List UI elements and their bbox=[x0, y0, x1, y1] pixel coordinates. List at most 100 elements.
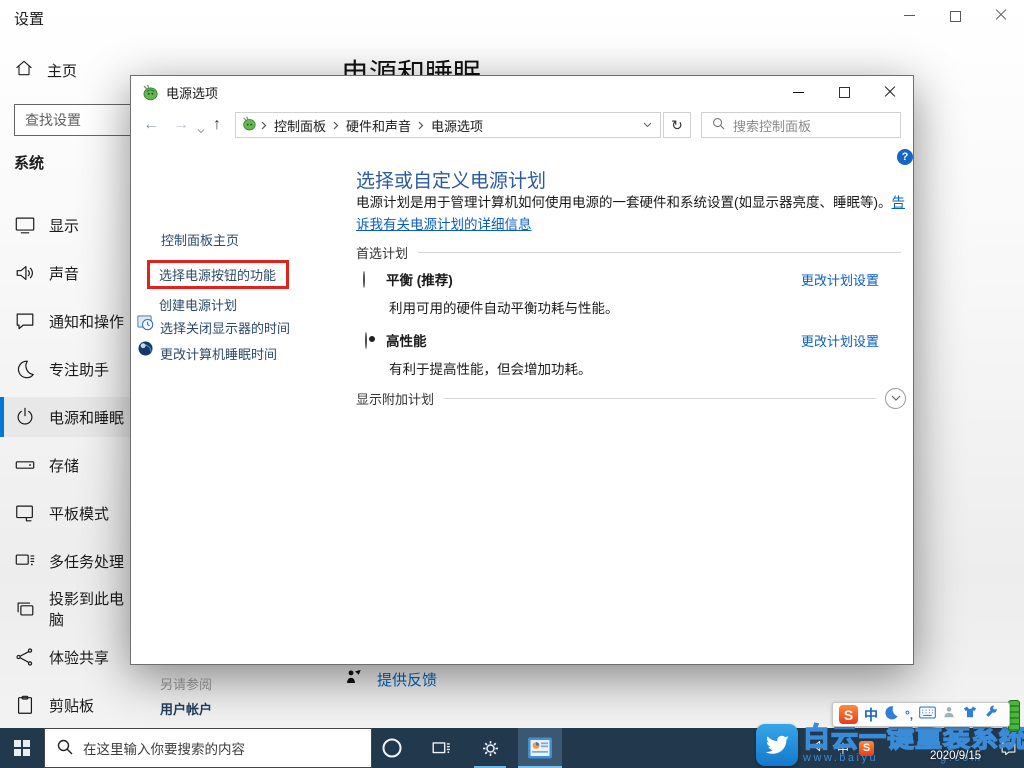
window-close-button[interactable] bbox=[867, 76, 913, 108]
window-maximize-button[interactable] bbox=[821, 76, 867, 108]
change-plan-settings-link[interactable]: 更改计划设置 bbox=[801, 331, 879, 350]
taskbar-clock[interactable]: 2020/9/15 bbox=[930, 750, 992, 762]
window-minimize-button[interactable] bbox=[775, 76, 821, 108]
sidebar-item-home[interactable]: 主页 bbox=[14, 58, 77, 82]
forward-button[interactable]: → bbox=[173, 117, 189, 133]
settings-search-input[interactable]: 查找设置 bbox=[14, 104, 140, 136]
desktop: 设置 主页 查找设置 系统 显示 声音 通知和操作 专注助手 电源和睡眠 存储 … bbox=[0, 0, 1024, 768]
ime-keyboard-icon[interactable] bbox=[919, 705, 937, 724]
gear-icon bbox=[482, 740, 498, 756]
sidebar-item-shared-experiences[interactable]: 体验共享 bbox=[0, 637, 130, 677]
balanced-plan-name: 平衡 (推荐) bbox=[386, 273, 453, 288]
settings-caption-buttons bbox=[886, 0, 1024, 30]
sogou-logo-icon[interactable]: S bbox=[839, 705, 858, 724]
expand-additional-plans-button[interactable] bbox=[885, 388, 906, 409]
storage-icon bbox=[14, 454, 36, 476]
sidebar-item-projecting[interactable]: 投影到此电脑 bbox=[0, 589, 130, 629]
settings-minimize-button[interactable] bbox=[886, 0, 932, 30]
refresh-button[interactable]: ↻ bbox=[663, 112, 691, 138]
control-panel-taskbar-button[interactable] bbox=[518, 728, 562, 768]
control-panel-search-input[interactable]: 搜索控制面板 bbox=[701, 112, 901, 138]
back-button[interactable]: ← bbox=[143, 117, 159, 133]
ime-user-icon[interactable] bbox=[942, 705, 956, 724]
show-additional-plans-label: 显示附加计划 bbox=[356, 392, 435, 407]
search-icon bbox=[57, 739, 73, 758]
address-power-icon bbox=[241, 116, 256, 134]
help-icon[interactable]: ? bbox=[897, 149, 913, 165]
sidebar-item-label: 投影到此电脑 bbox=[49, 591, 125, 629]
change-sleep-time-link[interactable]: 更改计算机睡眠时间 bbox=[160, 344, 277, 363]
ime-skin-shirt-icon[interactable] bbox=[962, 705, 978, 724]
sidebar-item-notifications[interactable]: 通知和操作 bbox=[0, 301, 130, 341]
sidebar-item-tablet-mode[interactable]: 平板模式 bbox=[0, 493, 130, 533]
sidebar-item-label: 多任务处理 bbox=[49, 553, 125, 571]
group-divider bbox=[418, 252, 901, 253]
feedback-link[interactable]: 提供反馈 bbox=[345, 668, 437, 690]
sidebar-item-label: 显示 bbox=[49, 217, 80, 235]
home-icon bbox=[14, 58, 34, 82]
sidebar-item-label: 电源和睡眠 bbox=[49, 409, 125, 427]
focus-assist-icon bbox=[14, 358, 36, 380]
up-button[interactable]: ↑ bbox=[213, 117, 221, 133]
power-sleep-icon bbox=[14, 406, 36, 428]
cortana-button[interactable] bbox=[370, 728, 414, 768]
multitasking-icon bbox=[14, 550, 36, 572]
settings-app-title: 设置 bbox=[14, 11, 45, 28]
balanced-plan-radio[interactable] bbox=[363, 271, 365, 288]
sidebar-item-sound[interactable]: 声音 bbox=[0, 253, 130, 293]
minimize-icon bbox=[792, 91, 804, 93]
create-power-plan-link[interactable]: 创建电源计划 bbox=[159, 295, 237, 314]
high-performance-plan-desc: 有利于提高性能，但会增加功耗。 bbox=[389, 362, 592, 377]
close-icon bbox=[995, 9, 1007, 21]
display-off-time-link[interactable]: 选择关闭显示器的时间 bbox=[160, 318, 290, 337]
sidebar-item-multitasking[interactable]: 多任务处理 bbox=[0, 541, 130, 581]
ime-fullmoon-icon[interactable] bbox=[884, 705, 899, 725]
sidebar-item-label: 通知和操作 bbox=[49, 313, 125, 331]
choose-power-buttons-link[interactable]: 选择电源按钮的功能 bbox=[159, 265, 276, 284]
settings-taskbar-button[interactable] bbox=[468, 728, 512, 768]
ime-wrench-icon[interactable] bbox=[984, 705, 998, 724]
power-options-caption-buttons bbox=[775, 76, 913, 108]
high-performance-plan-radio[interactable] bbox=[365, 332, 367, 349]
taskbar-search-input[interactable]: 在这里输入你要搜索的内容 bbox=[44, 728, 372, 768]
settings-close-button[interactable] bbox=[978, 0, 1024, 30]
breadcrumb-chevron-icon bbox=[418, 121, 424, 130]
breadcrumb-item-control-panel[interactable]: 控制面板 bbox=[270, 116, 330, 135]
sidebar-item-power-sleep[interactable]: 电源和睡眠 bbox=[0, 397, 130, 437]
breadcrumb-item-power-options[interactable]: 电源选项 bbox=[427, 116, 487, 135]
windows-logo-icon bbox=[14, 740, 30, 756]
sleep-time-icon bbox=[137, 340, 154, 360]
display-icon bbox=[14, 214, 36, 236]
see-also-label: 另请参阅 bbox=[160, 677, 213, 692]
shared-experiences-icon bbox=[14, 646, 36, 668]
control-panel-left-pane: 控制面板主页 选择电源按钮的功能 创建电源计划 选择关闭显示器的时间 更改计算机… bbox=[131, 142, 343, 717]
control-panel-app-icon bbox=[528, 737, 552, 759]
sidebar-item-clipboard[interactable]: 剪贴板 bbox=[0, 685, 130, 725]
highlight-annotation-box: 选择电源按钮的功能 bbox=[147, 260, 289, 289]
sidebar-item-storage[interactable]: 存储 bbox=[0, 445, 130, 485]
ime-punctuation-toggle[interactable]: °, bbox=[905, 708, 913, 722]
control-panel-main-pane: ? 选择或自定义电源计划 电源计划是用于管理计算机如何使用电源的一套硬件和系统设… bbox=[343, 142, 913, 664]
group-divider bbox=[444, 398, 876, 399]
intro-text: 电源计划是用于管理计算机如何使用电源的一套硬件和系统设置(如显示器亮度、睡眠等)… bbox=[356, 195, 892, 210]
cortana-icon bbox=[382, 738, 402, 758]
ime-mode-chinese[interactable]: 中 bbox=[864, 705, 878, 725]
breadcrumb-chevron-icon bbox=[261, 121, 267, 130]
breadcrumb-item-hardware-sound[interactable]: 硬件和声音 bbox=[342, 116, 415, 135]
recent-pages-chevron-icon[interactable] bbox=[197, 121, 205, 139]
power-options-window: 电源选项 ← → ↑ 控制面板 硬件和声音 电源选项 ↻ 搜索控制面板 控制面板… bbox=[130, 75, 914, 717]
change-plan-settings-link[interactable]: 更改计划设置 bbox=[801, 270, 879, 289]
address-bar[interactable]: 控制面板 硬件和声音 电源选项 bbox=[235, 112, 661, 138]
sidebar-item-focus-assist[interactable]: 专注助手 bbox=[0, 349, 130, 389]
ime-language-bar: S 中 °, bbox=[832, 702, 1010, 727]
address-dropdown-chevron-icon[interactable] bbox=[643, 122, 652, 128]
user-accounts-link[interactable]: 用户帐户 bbox=[160, 699, 212, 718]
feedback-label: 提供反馈 bbox=[377, 671, 438, 689]
control-panel-home-link[interactable]: 控制面板主页 bbox=[161, 230, 239, 249]
sidebar-item-display[interactable]: 显示 bbox=[0, 205, 130, 245]
sidebar-item-label: 专注助手 bbox=[49, 361, 110, 379]
settings-restore-button[interactable] bbox=[932, 0, 978, 30]
task-view-button[interactable] bbox=[419, 728, 463, 768]
start-button[interactable] bbox=[0, 728, 44, 768]
clipboard-icon bbox=[14, 694, 36, 716]
